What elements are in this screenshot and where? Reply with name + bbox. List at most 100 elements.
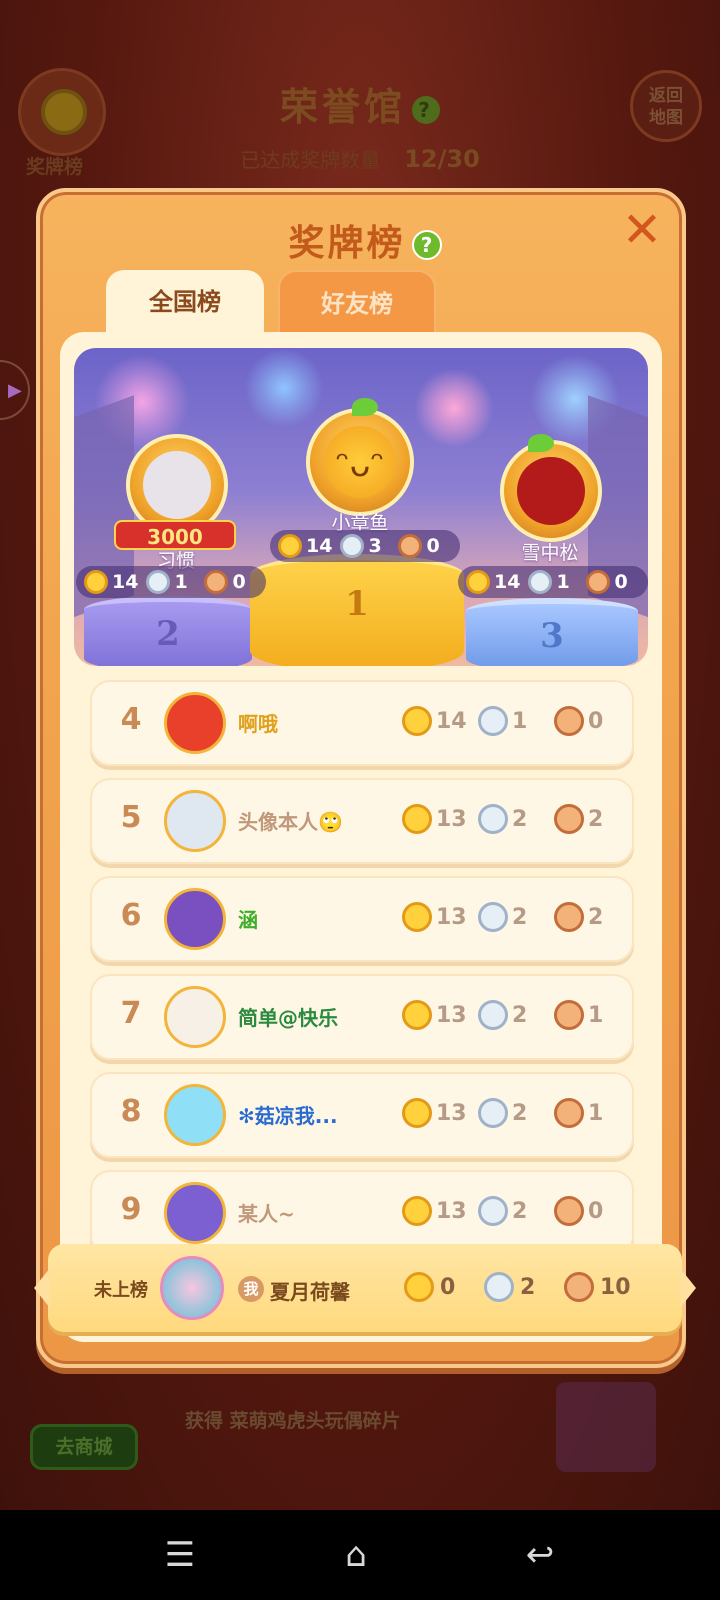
- gold-medal-icon: [84, 570, 108, 594]
- rank-number: 4: [120, 702, 142, 737]
- medal-counts: 13 2 0: [402, 1196, 630, 1226]
- gold-medal-icon: [466, 570, 490, 594]
- reward-text: 获得 菜萌鸡虎头玩偶碎片: [185, 1410, 401, 1432]
- home-icon[interactable]: ⌂: [326, 1530, 386, 1580]
- gold-count: 13: [436, 1198, 467, 1224]
- gold-medal-icon: [402, 1000, 432, 1030]
- return-to-map-button[interactable]: 返回 地图: [630, 70, 702, 142]
- player-name: 涵: [238, 908, 258, 932]
- player-name: 头像本人🙄: [238, 810, 343, 834]
- silver-count: 1: [512, 708, 528, 734]
- third-place-medals: 14 1 0: [458, 566, 648, 598]
- bronze-medal-icon: [554, 902, 584, 932]
- table-row[interactable]: 6 涵 13 2 2: [90, 876, 634, 962]
- bronze-medal-icon: [564, 1272, 594, 1302]
- avatar-first[interactable]: ᵔᴗᵔ: [306, 408, 414, 516]
- bronze-count: 0: [588, 708, 604, 734]
- left-arrow-icon[interactable]: ▶: [0, 360, 30, 420]
- avatar[interactable]: [164, 888, 226, 950]
- help-icon[interactable]: ?: [412, 95, 440, 124]
- progress-value: 12/30: [404, 145, 480, 173]
- gold-count: 14: [306, 535, 333, 557]
- avatar[interactable]: [164, 692, 226, 754]
- tab-friends[interactable]: 好友榜: [278, 270, 436, 340]
- gold-count: 14: [494, 571, 521, 593]
- bronze-medal-icon: [554, 1098, 584, 1128]
- first-place-medals: 14 3 0: [270, 530, 461, 562]
- gold-count: 0: [440, 1274, 456, 1300]
- gold-medal-icon: [404, 1272, 434, 1302]
- silver-count: 1: [174, 571, 188, 593]
- firework-decoration: [414, 368, 494, 448]
- navigation-bar: ☰ ⌂ ↩: [0, 1510, 720, 1600]
- table-row[interactable]: 5 头像本人🙄 13 2 2: [90, 778, 634, 864]
- puzzle-piece-icon: [556, 1382, 656, 1472]
- gold-medal-icon: [402, 1196, 432, 1226]
- player-name: 某人~: [238, 1202, 295, 1226]
- bronze-medal-icon: [554, 804, 584, 834]
- silver-medal-icon: [478, 706, 508, 736]
- gold-count: 13: [436, 806, 467, 832]
- silver-medal-icon: [340, 534, 365, 558]
- player-name: 啊哦: [238, 712, 278, 736]
- table-row[interactable]: 4 啊哦 14 1 0: [90, 680, 634, 766]
- gold-count: 13: [436, 1002, 467, 1028]
- modal-title-text: 奖牌榜: [288, 223, 406, 264]
- silver-medal-icon: [478, 804, 508, 834]
- sunflower-face-icon: ᵔᴗᵔ: [335, 445, 385, 485]
- go-shop-button[interactable]: 去商城: [30, 1424, 138, 1470]
- bronze-count: 10: [600, 1274, 631, 1300]
- silver-count: 2: [512, 806, 528, 832]
- rank-number: 6: [120, 898, 142, 933]
- table-row[interactable]: 8 ✻菇凉我... 13 2 1: [90, 1072, 634, 1158]
- tab-national[interactable]: 全国榜: [106, 270, 264, 340]
- gold-medal-icon: [402, 902, 432, 932]
- menu-icon[interactable]: ☰: [150, 1530, 210, 1580]
- rank-number: 7: [120, 996, 142, 1031]
- medal-counts: 14 1 0: [402, 706, 630, 736]
- player-name: 简单@快乐: [238, 1006, 338, 1030]
- silver-medal-icon: [478, 1000, 508, 1030]
- avatar[interactable]: [164, 1084, 226, 1146]
- gold-count: 13: [436, 1100, 467, 1126]
- silver-count: 2: [512, 1002, 528, 1028]
- avatar[interactable]: [164, 1182, 226, 1244]
- medal-counts: 13 2 2: [402, 902, 630, 932]
- silver-count: 1: [556, 571, 570, 593]
- gold-count: 14: [112, 571, 139, 593]
- silver-count: 2: [520, 1274, 536, 1300]
- silver-medal-icon: [528, 570, 553, 594]
- bronze-medal-icon: [586, 570, 611, 594]
- gold-count: 13: [436, 904, 467, 930]
- gold-medal-icon: [278, 534, 302, 558]
- avatar-third[interactable]: [500, 440, 602, 542]
- avatar[interactable]: [164, 986, 226, 1048]
- modal-title: 奖牌榜?: [40, 214, 690, 266]
- gold-medal-icon: [402, 1098, 432, 1128]
- bronze-count: 0: [614, 571, 628, 593]
- bronze-count: 0: [588, 1198, 604, 1224]
- pedestal-rank-2: 2: [156, 614, 180, 654]
- medal-counts: 13 2 2: [402, 804, 630, 834]
- bronze-count: 2: [588, 904, 604, 930]
- table-row[interactable]: 7 简单@快乐 13 2 1: [90, 974, 634, 1060]
- silver-count: 2: [512, 904, 528, 930]
- me-badge: 我: [238, 1276, 264, 1302]
- my-name: 夏月荷馨: [270, 1280, 350, 1304]
- silver-count: 2: [512, 1198, 528, 1224]
- avatar[interactable]: [164, 790, 226, 852]
- pedestal-rank-3: 3: [540, 616, 564, 656]
- back-icon[interactable]: ↩: [510, 1530, 570, 1580]
- silver-count: 3: [368, 535, 382, 557]
- help-icon[interactable]: ?: [411, 230, 442, 260]
- avatar[interactable]: [160, 1256, 224, 1320]
- sprout-icon: [352, 398, 378, 416]
- close-icon[interactable]: ✕: [620, 206, 664, 254]
- medal-counts: 13 2 1: [402, 1000, 630, 1030]
- rank-number: 8: [120, 1094, 142, 1129]
- medal-progress: 已达成奖牌数量 12/30: [0, 144, 720, 173]
- avatar-image: ᵔᴗᵔ: [324, 426, 396, 498]
- podium-stage: 2 3 1 ᵔᴗᵔ 小章鱼 14 3 0 3000 习惯 14 1 0 雪中松 …: [74, 348, 648, 666]
- avatar-image: [517, 457, 585, 525]
- bronze-medal-icon: [554, 1000, 584, 1030]
